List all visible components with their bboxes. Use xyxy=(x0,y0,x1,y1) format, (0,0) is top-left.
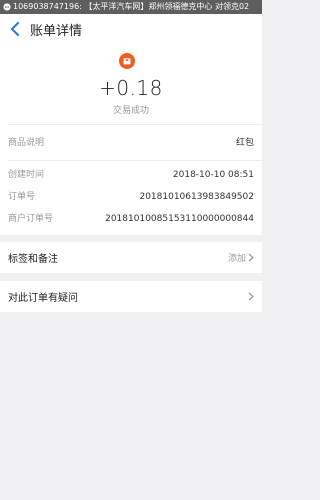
tags-notes-label: 标签和备注 xyxy=(8,254,58,265)
tags-notes-row[interactable]: 标签和备注 添加 xyxy=(0,242,262,273)
product-value: 红包 xyxy=(235,138,254,148)
red-envelope-icon xyxy=(119,53,135,69)
chevron-right-icon xyxy=(248,292,254,301)
created-time-row: 创建时间 2018-10-10 08:51 xyxy=(8,168,254,182)
order-number-row: 订单号 20181010613983849502 xyxy=(8,190,254,204)
transaction-summary: +0.18 交易成功 xyxy=(0,44,262,124)
product-label: 商品说明 xyxy=(8,138,45,148)
message-icon xyxy=(3,3,11,11)
notification-text: 1069038747196: 【太平洋汽车网】郑州领福德克中心 对领克02 xyxy=(13,2,250,11)
created-time-value: 2018-10-10 08:51 xyxy=(172,170,254,180)
transaction-status: 交易成功 xyxy=(112,106,149,116)
navigation-bar: 账单详情 xyxy=(0,14,262,44)
add-tag-label: 添加 xyxy=(227,254,246,264)
merchant-order-value[interactable]: 20181010085153110000000844 xyxy=(105,212,254,226)
merchant-order-label: 商户订单号 xyxy=(8,214,54,224)
tags-notes-item[interactable]: 标签和备注 添加 xyxy=(8,242,254,273)
created-time-label: 创建时间 xyxy=(8,170,45,180)
divider xyxy=(8,124,262,125)
order-question-row[interactable]: 对此订单有疑问 xyxy=(0,281,262,312)
page-title: 账单详情 xyxy=(30,23,83,39)
transaction-details: 商品说明 红包 创建时间 2018-10-10 08:51 订单号 201810… xyxy=(0,124,262,235)
merchant-order-row: 商户订单号 20181010085153110000000844 xyxy=(8,212,254,226)
order-question-action[interactable] xyxy=(246,292,254,301)
product-row: 商品说明 红包 xyxy=(8,136,254,150)
order-question-item[interactable]: 对此订单有疑问 xyxy=(8,281,254,312)
order-question-label: 对此订单有疑问 xyxy=(8,293,78,304)
order-number-label: 订单号 xyxy=(8,192,36,202)
notification-bar[interactable]: 1069038747196: 【太平洋汽车网】郑州领福德克中心 对领克02 xyxy=(0,0,262,14)
transaction-amount: +0.18 xyxy=(99,76,163,100)
chevron-right-icon xyxy=(248,253,254,262)
tags-notes-action[interactable]: 添加 xyxy=(228,251,254,264)
chevron-left-icon xyxy=(11,22,19,36)
back-button[interactable] xyxy=(4,14,26,44)
order-number-value[interactable]: 20181010613983849502 xyxy=(139,190,254,204)
divider xyxy=(8,160,262,161)
